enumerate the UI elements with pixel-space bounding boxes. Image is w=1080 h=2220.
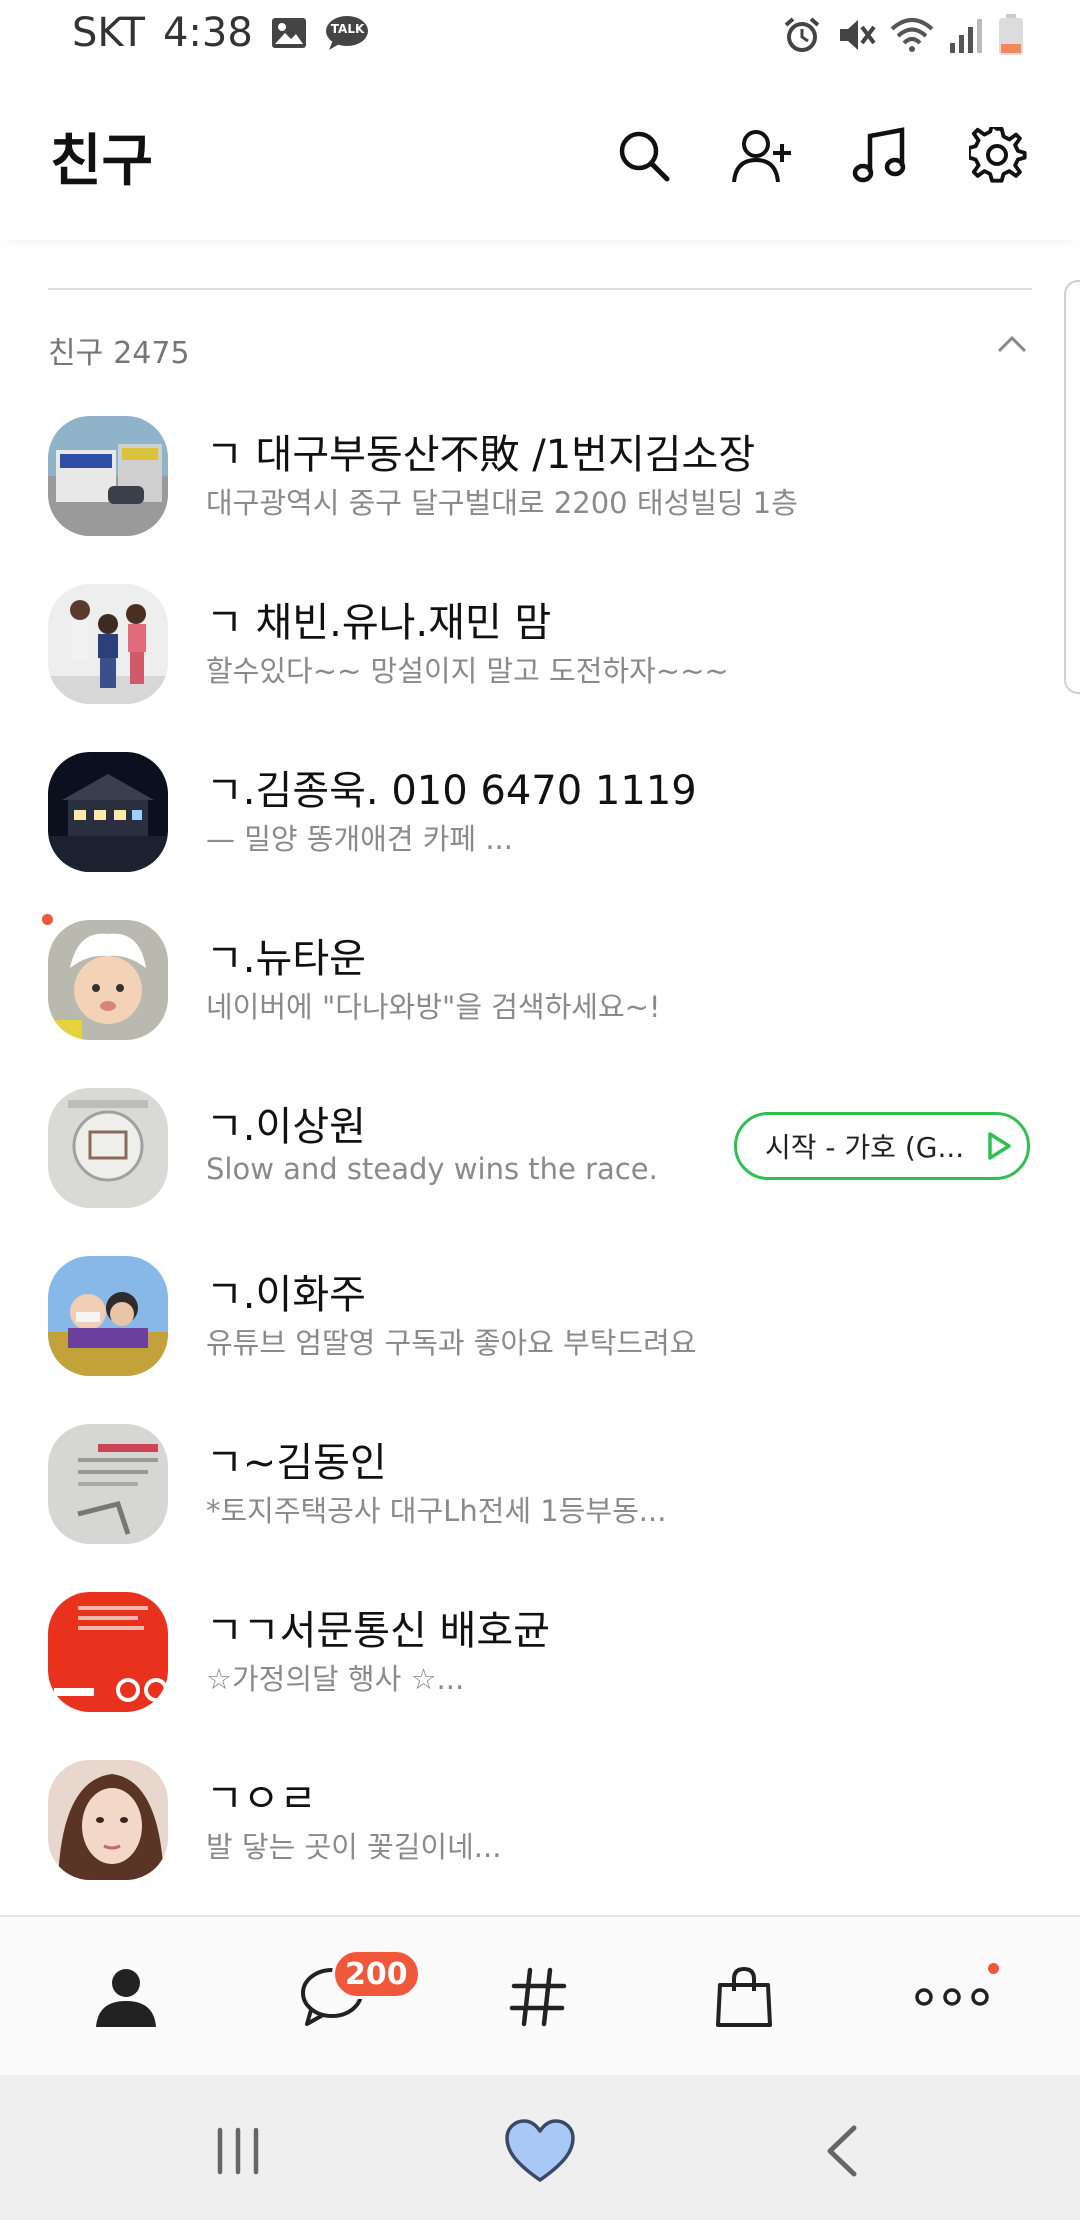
- recent-apps-button[interactable]: [198, 2111, 278, 2191]
- carrier-label: SKT: [72, 10, 145, 56]
- talk-icon-label: TALK: [330, 22, 365, 36]
- person-icon: [96, 1969, 156, 2027]
- avatar[interactable]: [48, 920, 168, 1040]
- avatar[interactable]: [48, 1760, 168, 1880]
- hashtag-icon: [509, 1967, 567, 2027]
- friend-status-message: ☆가정의달 행사 ☆...: [206, 1662, 465, 1696]
- battery-icon: [998, 14, 1024, 60]
- avatar[interactable]: [48, 1592, 168, 1712]
- back-chevron-icon: [827, 2125, 857, 2177]
- search-icon[interactable]: [612, 124, 676, 188]
- friend-row[interactable]: ㄱ~김동인 *토지주택공사 대구Lh전세 1등부동...: [0, 1400, 1080, 1568]
- talk-icon: TALK: [325, 14, 369, 52]
- page-title: 친구: [50, 129, 154, 194]
- settings-gear-icon[interactable]: [966, 124, 1030, 188]
- friend-row[interactable]: ㄱ 대구부동산不敗 /1번지김소장 대구광역시 중구 달구벌대로 2200 태성…: [0, 392, 1080, 560]
- system-navigation-bar: [0, 2075, 1080, 2220]
- alarm-icon: [782, 15, 822, 59]
- back-button[interactable]: [802, 2111, 882, 2191]
- friend-name: ㄱ 대구부동산不敗 /1번지김소장: [206, 432, 756, 478]
- add-friend-icon[interactable]: [730, 124, 794, 188]
- friend-name: ㄱ~김동인: [206, 1440, 387, 1486]
- tab-more[interactable]: [912, 1957, 992, 2037]
- avatar[interactable]: [48, 752, 168, 872]
- friend-row[interactable]: ㄱ.뉴타운 네이버에 "다나와방"을 검색하세요~!: [0, 896, 1080, 1064]
- new-indicator-dot: [988, 1963, 999, 1974]
- friend-row[interactable]: ㄱㅇㄹ 발 닿는 곳이 꽃길이네...: [0, 1736, 1080, 1904]
- avatar[interactable]: [48, 584, 168, 704]
- friend-name: ㄱ.뉴타운: [206, 936, 366, 982]
- friend-status-message: *토지주택공사 대구Lh전세 1등부동...: [206, 1494, 667, 1528]
- friend-row[interactable]: ㄱ.이상원 Slow and steady wins the race. 시작 …: [0, 1064, 1080, 1232]
- friend-name: ㄱ.김종욱. 010 6470 1119: [206, 768, 697, 814]
- home-button[interactable]: [500, 2111, 580, 2191]
- recent-apps-icon: [217, 2127, 259, 2175]
- friend-status-message: Slow and steady wins the race.: [206, 1152, 658, 1186]
- avatar[interactable]: [48, 1424, 168, 1544]
- tab-view[interactable]: [498, 1957, 578, 2037]
- status-bar: SKT 4:38 TALK: [0, 0, 1080, 72]
- friend-list[interactable]: 친구 2475 ㄱ 대구부동산不敗 /1번지김소장 대구광역시 중구 달구벌대로 …: [0, 240, 1080, 1915]
- section-divider: [48, 288, 1032, 290]
- tab-shopping[interactable]: [704, 1957, 784, 2037]
- app-header: 친구: [0, 72, 1080, 240]
- chevron-up-icon[interactable]: [996, 334, 1028, 358]
- mute-icon: [836, 15, 876, 59]
- friend-row[interactable]: ㄱ.김종욱. 010 6470 1119 — 밀양 똥개애견 카페 ...: [0, 728, 1080, 896]
- music-icon[interactable]: [848, 124, 912, 188]
- section-label: 친구 2475: [48, 336, 190, 371]
- avatar[interactable]: [48, 1088, 168, 1208]
- friend-status-message: 발 닿는 곳이 꽃길이네...: [206, 1830, 502, 1864]
- unread-chats-badge: 200: [332, 1949, 421, 1999]
- new-indicator-dot: [42, 914, 53, 925]
- friend-status-message: 대구광역시 중구 달구벌대로 2200 태성빌딩 1층: [206, 486, 798, 520]
- wifi-icon: [890, 15, 934, 59]
- friend-name: ㄱㅇㄹ: [206, 1776, 317, 1822]
- friend-count: 2475: [113, 336, 190, 371]
- bottom-tab-bar: 200: [0, 1915, 1080, 2077]
- friend-status-message: 네이버에 "다나와방"을 검색하세요~!: [206, 990, 661, 1024]
- friend-status-message: 할수있다~~ 망설이지 말고 도전하자~~~: [206, 654, 729, 688]
- play-icon: [988, 1132, 1011, 1160]
- profile-music-title: 시작 - 가호 (G...: [765, 1131, 965, 1164]
- friend-row[interactable]: ㄱ 채빈.유나.재민 맘 할수있다~~ 망설이지 말고 도전하자~~~: [0, 560, 1080, 728]
- avatar[interactable]: [48, 1256, 168, 1376]
- tab-friends[interactable]: [86, 1957, 166, 2037]
- friend-row[interactable]: ㄱ.이화주 유튜브 엄딸영 구독과 좋아요 부탁드려요: [0, 1232, 1080, 1400]
- friends-section-header[interactable]: 친구 2475: [48, 328, 1032, 372]
- profile-music-button[interactable]: 시작 - 가호 (G...: [734, 1112, 1030, 1180]
- friend-name: ㄱ.이화주: [206, 1272, 366, 1318]
- friend-name: ㄱ.이상원: [206, 1104, 366, 1150]
- friend-name: ㄱ 채빈.유나.재민 맘: [206, 600, 552, 646]
- signal-icon: [948, 15, 984, 59]
- gallery-icon: [271, 17, 307, 49]
- more-dots-icon: [915, 1988, 989, 2006]
- friend-status-message: — 밀양 똥개애견 카페 ...: [206, 822, 513, 856]
- friend-status-message: 유튜브 엄딸영 구독과 좋아요 부탁드려요: [206, 1326, 697, 1360]
- clock: 4:38: [162, 10, 253, 56]
- avatar[interactable]: [48, 416, 168, 536]
- friend-name: ㄱㄱ서문통신 배호균: [206, 1608, 550, 1654]
- shopping-bag-icon: [716, 1966, 772, 2027]
- friend-row[interactable]: ㄱㄱ서문통신 배호균 ☆가정의달 행사 ☆...: [0, 1568, 1080, 1736]
- heart-icon: [505, 2119, 575, 2182]
